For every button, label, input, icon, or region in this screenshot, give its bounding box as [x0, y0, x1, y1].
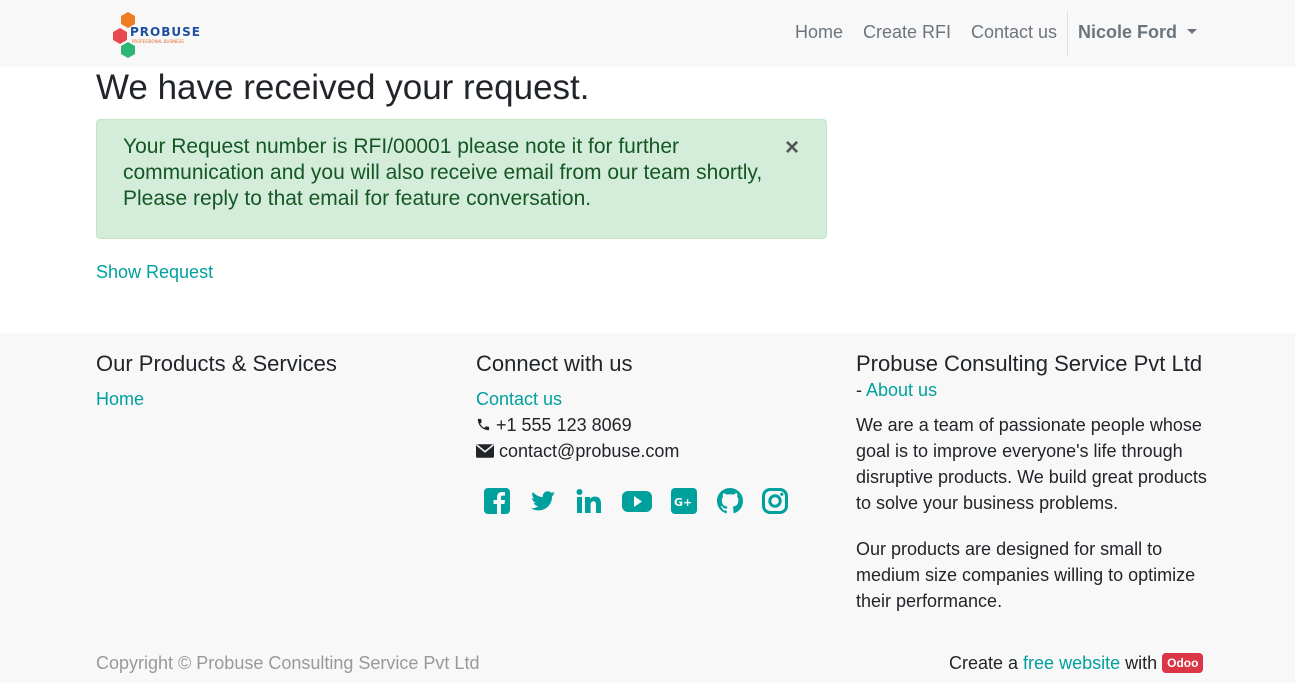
credit-mid: with [1120, 653, 1163, 673]
free-website-link[interactable]: free website [1023, 653, 1120, 673]
about-paragraph-1: We are a team of passionate people whose… [856, 415, 1207, 513]
email-row: contact@probuse.com [476, 441, 679, 462]
products-heading: Our Products & Services [96, 351, 337, 376]
alert-message: Your Request number is RFI/00001 please … [123, 135, 763, 210]
brand-tagline: PROFESSIONAL BUSINESS [132, 39, 184, 44]
about-row: - About us [856, 380, 937, 401]
nav-create-rfi[interactable]: Create RFI [863, 22, 951, 46]
nav-contact-us[interactable]: Contact us [971, 22, 1057, 46]
linkedin-icon[interactable] [575, 487, 603, 515]
footer: Our Products & Services Home Connect wit… [0, 333, 1295, 683]
copyright-text: Copyright © Probuse Consulting Service P… [96, 653, 480, 673]
social-links: G+ [483, 487, 793, 517]
success-alert: Your Request number is RFI/00001 please … [96, 119, 827, 239]
github-icon[interactable] [716, 487, 744, 515]
connect-heading: Connect with us [476, 351, 633, 376]
powered-by: Create a free website with Odoo [949, 653, 1204, 675]
company-heading: Probuse Consulting Service Pvt Ltd [856, 351, 1203, 376]
phone-icon [477, 418, 490, 431]
nav-home[interactable]: Home [795, 22, 843, 46]
svg-text:G+: G+ [674, 496, 692, 509]
user-name: Nicole Ford [1078, 22, 1178, 42]
youtube-icon[interactable] [621, 487, 653, 515]
credit-prefix: Create a [949, 653, 1024, 673]
about-us-link[interactable]: About us [866, 380, 937, 400]
odoo-badge[interactable]: Odoo [1162, 653, 1204, 673]
footer-contact-link[interactable]: Contact us [476, 389, 562, 410]
footer-home-link[interactable]: Home [96, 389, 144, 410]
navbar: PROBUSE PROFESSIONAL BUSINESS Home Creat… [0, 0, 1295, 67]
user-menu-dropdown[interactable]: Nicole Ford [1078, 22, 1198, 43]
brand-logo[interactable]: PROBUSE PROFESSIONAL BUSINESS [110, 10, 202, 58]
instagram-icon[interactable] [761, 487, 789, 515]
chevron-down-icon [1187, 28, 1198, 34]
phone-row: +1 555 123 8069 [476, 415, 632, 436]
facebook-icon[interactable] [483, 487, 511, 515]
about-dash: - [856, 380, 867, 400]
twitter-icon[interactable] [529, 487, 557, 515]
nav-divider [1067, 11, 1068, 56]
close-icon[interactable]: × [785, 136, 799, 160]
show-request-link[interactable]: Show Request [96, 262, 213, 283]
brand-name: PROBUSE [130, 25, 201, 39]
phone-number: +1 555 123 8069 [496, 415, 632, 435]
email-address[interactable]: contact@probuse.com [499, 441, 679, 461]
page-title: We have received your request. [96, 68, 590, 107]
about-paragraph-2: Our products are designed for small to m… [856, 539, 1196, 611]
envelope-icon [476, 444, 494, 458]
google-plus-icon[interactable]: G+ [670, 487, 698, 515]
